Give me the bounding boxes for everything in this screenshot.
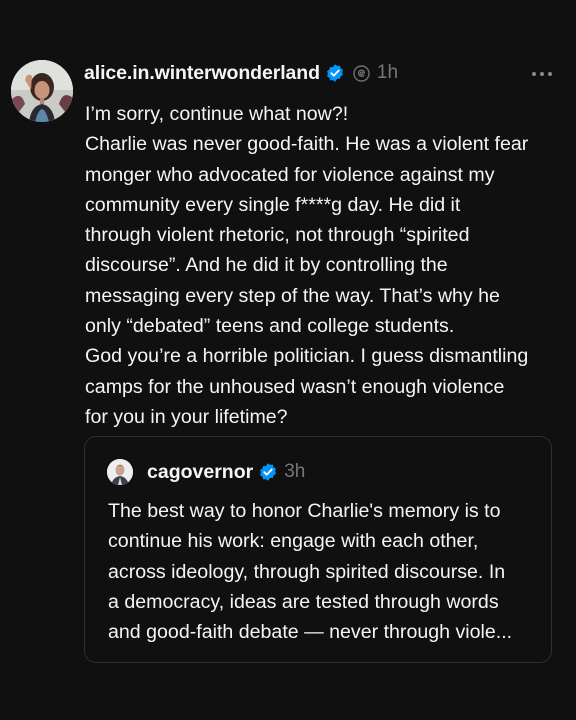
quoted-text-line: across ideology, through spirited discou… bbox=[108, 560, 506, 583]
quoted-author-username[interactable]: cagovernor bbox=[147, 461, 253, 484]
post-text-line: only “debated” teens and college student… bbox=[85, 315, 455, 338]
post-header: alice.in.winterwonderland 1h bbox=[84, 58, 398, 88]
quoted-post-card[interactable]: cagovernor 3h The best way to honor Char… bbox=[84, 436, 552, 663]
post-text-line: messaging every step of the way. That’s … bbox=[85, 284, 500, 307]
post-text-line: discourse”. And he did it by controlling… bbox=[85, 254, 448, 277]
quoted-author-avatar[interactable] bbox=[107, 459, 133, 485]
post-text-line: through violent rhetoric, not through “s… bbox=[85, 224, 470, 247]
quoted-text-line: a democracy, ideas are tested through wo… bbox=[108, 590, 499, 613]
quoted-post-header: cagovernor 3h bbox=[147, 457, 305, 487]
more-horizontal-icon bbox=[532, 72, 552, 76]
quoted-post-timestamp: 3h bbox=[284, 461, 306, 482]
quoted-post-body: The best way to honor Charlie's memory i… bbox=[108, 496, 548, 647]
post-text-line: Charlie was never good-faith. He was a v… bbox=[85, 133, 529, 156]
quoted-text-line: continue his work: engage with each othe… bbox=[108, 530, 479, 553]
profile-photo-icon bbox=[11, 60, 73, 122]
quoted-text-line: The best way to honor Charlie's memory i… bbox=[108, 500, 501, 522]
post-text-line: community every single f****g day. He di… bbox=[85, 193, 461, 216]
quoted-text-line: and good-faith debate — never through vi… bbox=[108, 621, 513, 644]
profile-photo-icon bbox=[107, 459, 133, 485]
author-username[interactable]: alice.in.winterwonderland bbox=[84, 62, 320, 85]
threads-icon bbox=[352, 64, 371, 83]
post-text-line: I’m sorry, continue what now?! bbox=[85, 103, 349, 125]
verified-badge-icon bbox=[325, 63, 345, 83]
author-avatar[interactable] bbox=[11, 60, 73, 122]
post-timestamp: 1h bbox=[376, 62, 399, 83]
post-text-line: God you’re a horrible politician. I gues… bbox=[85, 345, 529, 368]
verified-badge-icon bbox=[258, 462, 278, 482]
post-body: I’m sorry, continue what now?! Charlie w… bbox=[85, 99, 565, 432]
post-text-line: camps for the unhoused wasn’t enough vio… bbox=[85, 375, 505, 398]
thread-post: alice.in.winterwonderland 1h I’m sorry, … bbox=[0, 0, 576, 720]
post-text-line: for you in your lifetime? bbox=[85, 405, 288, 428]
post-text-line: monger who advocated for violence agains… bbox=[85, 163, 495, 186]
more-options-button[interactable] bbox=[529, 66, 555, 82]
